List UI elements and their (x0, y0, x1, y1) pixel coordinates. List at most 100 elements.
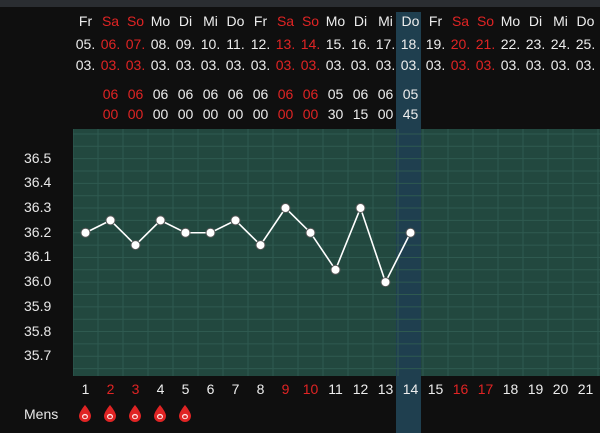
y-tick-label: 35.9 (24, 297, 52, 314)
header-mm: 03. (400, 57, 421, 73)
temperature-point[interactable] (230, 215, 241, 226)
cycle-day-label[interactable]: 4 (148, 381, 173, 397)
header-mi: 30 (327, 106, 344, 122)
header-mi: 00 (127, 106, 144, 122)
blood-drop-icon[interactable] (178, 404, 192, 422)
header-wd: Fr (428, 13, 443, 29)
header-dd: 11. (226, 36, 245, 52)
chart-grid (73, 129, 600, 376)
y-tick-label: 36.0 (24, 273, 52, 290)
header-dd: 16. (350, 36, 371, 52)
temperature-point[interactable] (330, 264, 341, 275)
header-dd: 13. (275, 36, 296, 52)
blood-drop-icon[interactable] (128, 404, 142, 422)
temperature-point[interactable] (355, 203, 366, 214)
cycle-day-label[interactable]: 16 (448, 381, 473, 397)
header-hh: 06 (152, 86, 169, 102)
cycle-day-label[interactable]: 19 (523, 381, 548, 397)
y-tick-label: 35.8 (24, 322, 52, 339)
header-hh: 06 (377, 86, 394, 102)
blood-drop-icon[interactable] (153, 404, 167, 422)
temperature-point[interactable] (105, 215, 116, 226)
header-dd: 10. (200, 36, 221, 52)
y-tick-label: 35.7 (24, 347, 52, 364)
header-wd: Do (226, 13, 245, 29)
header-dd: 22. (500, 36, 521, 52)
header-wd: Mi (203, 13, 218, 29)
cycle-day-label[interactable]: 18 (498, 381, 523, 397)
header-mi: 00 (152, 106, 169, 122)
cycle-day-label[interactable]: 9 (273, 381, 298, 397)
header-mm: 03. (325, 57, 346, 73)
header-dd: 17. (375, 36, 396, 52)
temperature-point[interactable] (205, 227, 216, 238)
header-mm: 03. (275, 57, 296, 73)
temperature-point[interactable] (280, 203, 291, 214)
cycle-day-label[interactable]: 14 (398, 381, 423, 397)
temperature-point[interactable] (305, 227, 316, 238)
cycle-day-label[interactable]: 17 (473, 381, 498, 397)
header-hh: 05 (327, 86, 344, 102)
header-dd: 05. (75, 36, 96, 52)
header-dd: 24. (550, 36, 571, 52)
blood-drop-icon[interactable] (78, 404, 92, 422)
header-hh: 06 (227, 86, 244, 102)
cycle-day-label[interactable]: 7 (223, 381, 248, 397)
header-wd: Do (401, 13, 420, 29)
header-mm: 03. (225, 57, 246, 73)
header-dd: 06. (100, 36, 121, 52)
header-dd: 25. (575, 36, 596, 52)
header-wd: Mi (553, 13, 568, 29)
header-mi: 15 (352, 106, 369, 122)
y-tick-label: 36.2 (24, 223, 52, 240)
header-dd: 09. (175, 36, 196, 52)
header-wd: Mo (325, 13, 346, 29)
blood-drop-icon[interactable] (103, 404, 117, 422)
temperature-point[interactable] (80, 227, 91, 238)
header-hh: 06 (302, 86, 319, 102)
temperature-point[interactable] (405, 227, 416, 238)
temperature-point[interactable] (255, 240, 266, 251)
header-hh: 06 (202, 86, 219, 102)
cycle-day-label[interactable]: 3 (123, 381, 148, 397)
y-tick-label: 36.1 (24, 248, 52, 265)
cycle-day-label[interactable]: 13 (373, 381, 398, 397)
header-mi: 00 (252, 106, 269, 122)
header-hh: 05 (402, 86, 419, 102)
cycle-day-label[interactable]: 8 (248, 381, 273, 397)
header-wd: So (476, 13, 495, 29)
temperature-point[interactable] (180, 227, 191, 238)
header-wd: Sa (276, 13, 295, 29)
cycle-day-label[interactable]: 15 (423, 381, 448, 397)
header-wd: Do (576, 13, 595, 29)
status-strip (0, 0, 600, 7)
header-dd: 20. (450, 36, 471, 52)
header-hh: 06 (127, 86, 144, 102)
header-wd: Di (528, 13, 543, 29)
header-wd: Fr (253, 13, 268, 29)
cycle-day-label[interactable]: 10 (298, 381, 323, 397)
cycle-day-label[interactable]: 1 (73, 381, 98, 397)
cycle-day-label[interactable]: 6 (198, 381, 223, 397)
header-wd: So (126, 13, 145, 29)
header-mi: 00 (377, 106, 394, 122)
header-wd: Sa (451, 13, 470, 29)
header-hh: 06 (102, 86, 119, 102)
cycle-day-label[interactable]: 20 (548, 381, 573, 397)
temperature-point[interactable] (380, 277, 391, 288)
header-dd: 14. (300, 36, 321, 52)
temperature-point[interactable] (155, 215, 166, 226)
cycle-day-label[interactable]: 5 (173, 381, 198, 397)
header-hh: 06 (252, 86, 269, 102)
temperature-chart[interactable] (73, 129, 600, 376)
cycle-day-label[interactable]: 2 (98, 381, 123, 397)
temperature-point[interactable] (130, 240, 141, 251)
header-dd: 07. (125, 36, 146, 52)
cycle-day-label[interactable]: 12 (348, 381, 373, 397)
cycle-day-label[interactable]: 21 (573, 381, 598, 397)
header-dd: 23. (525, 36, 546, 52)
header-mm: 03. (75, 57, 96, 73)
header-wd: So (301, 13, 320, 29)
cycle-day-label[interactable]: 11 (323, 381, 348, 397)
header-mi: 00 (227, 106, 244, 122)
